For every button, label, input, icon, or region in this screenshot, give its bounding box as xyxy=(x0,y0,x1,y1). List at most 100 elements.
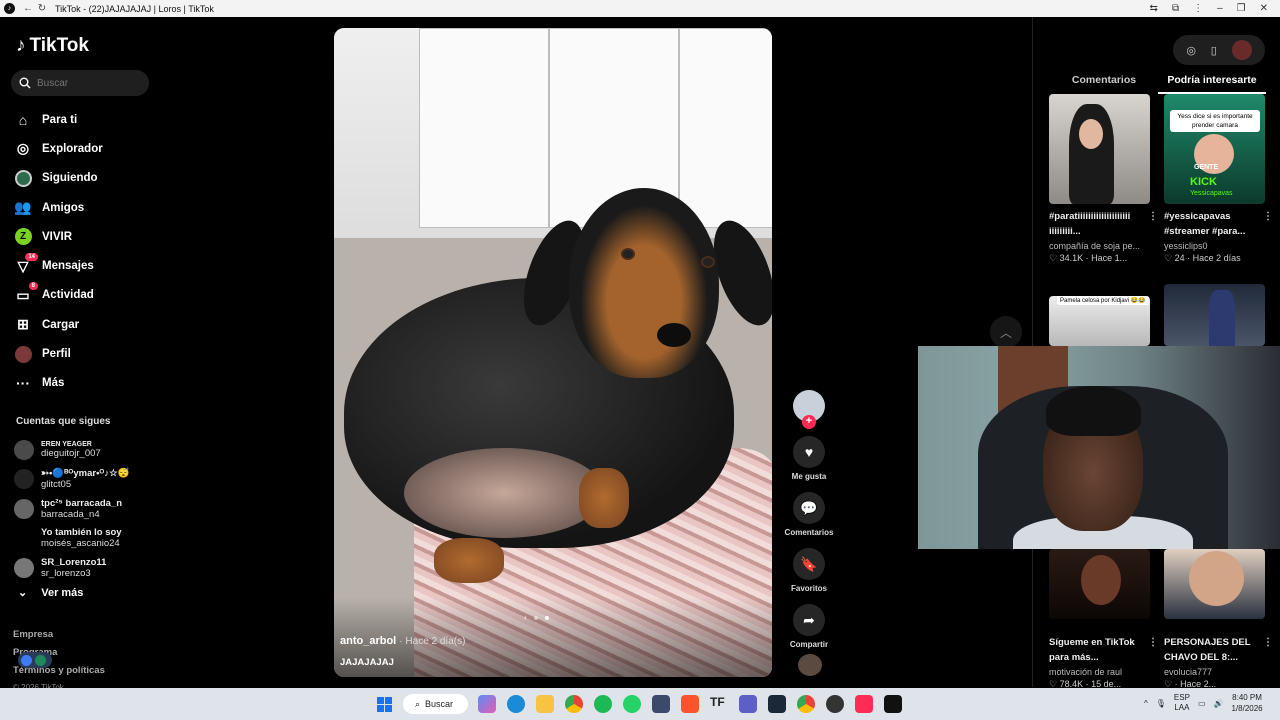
video-caption: JAJAJAJAJ xyxy=(340,657,394,668)
video-thumbnail[interactable] xyxy=(1164,549,1265,619)
card-tag: GENTE xyxy=(1194,164,1219,171)
record-play-icon[interactable] xyxy=(21,654,32,666)
messages-badge: 14 xyxy=(25,253,38,262)
nav-explorador[interactable]: ◎ Explorador xyxy=(14,134,103,163)
maximize-icon[interactable]: ❐ xyxy=(1237,3,1246,14)
see-more-button[interactable]: ⌄ Ver más xyxy=(18,586,83,600)
suggested-video-card[interactable]: Pamela celosa por Kidjavi 😂😂 xyxy=(1049,296,1150,346)
creator-avatar[interactable]: + xyxy=(793,390,825,429)
video-thumbnail[interactable] xyxy=(1164,284,1265,346)
more-options-icon[interactable]: ⋮ xyxy=(1148,209,1158,224)
spotify-icon[interactable] xyxy=(594,695,612,713)
nav-amigos[interactable]: 👥 Amigos xyxy=(14,193,103,222)
photo-carousel-dots[interactable]: ‹ xyxy=(524,614,549,622)
author-name[interactable]: anto_arbol xyxy=(340,635,396,647)
whatsapp-icon[interactable] xyxy=(623,695,641,713)
carousel-prev-icon[interactable]: ‹ xyxy=(524,614,527,622)
nav-actividad[interactable]: ▭ 8 Actividad xyxy=(14,281,103,310)
menu-dots-icon[interactable]: ⋮ xyxy=(1193,3,1203,14)
like-button[interactable]: ♥ Me gusta xyxy=(784,436,834,481)
following-account[interactable]: EREN YEAGER dieguitojr_007 xyxy=(14,435,129,465)
network-icon[interactable]: ▭ xyxy=(1198,699,1206,708)
tf-icon[interactable]: TF xyxy=(710,695,728,713)
minimize-icon[interactable]: – xyxy=(1217,3,1223,14)
nav-perfil[interactable]: Perfil xyxy=(14,339,103,368)
brave-icon[interactable] xyxy=(681,695,699,713)
screen-recorder-control[interactable] xyxy=(18,652,52,668)
teams-icon[interactable] xyxy=(739,695,757,713)
following-account[interactable]: tpc²⁵ barracada_n barracada_n4 xyxy=(14,494,129,524)
footer-link-empresa[interactable]: Empresa xyxy=(13,629,105,647)
video-thumbnail[interactable]: Yess dice si es importante prender camar… xyxy=(1164,94,1265,204)
clock[interactable]: 8:40 PM 1/8/2026 xyxy=(1231,692,1262,714)
tab-comentarios[interactable]: Comentarios xyxy=(1050,74,1158,94)
back-icon[interactable]: ← xyxy=(21,3,35,14)
nav-vivir[interactable]: Z VIVIR xyxy=(14,222,103,251)
vpn-icon[interactable] xyxy=(652,695,670,713)
language-indicator[interactable]: ESP LAA xyxy=(1174,693,1190,713)
video-frame-detail xyxy=(419,28,549,228)
video-thumbnail[interactable] xyxy=(1049,94,1150,204)
close-icon[interactable]: ✕ xyxy=(1260,3,1268,14)
comments-button[interactable]: 💬 Comentarios xyxy=(784,492,834,537)
chrome-icon[interactable] xyxy=(565,695,583,713)
obs-icon[interactable] xyxy=(826,695,844,713)
nav-mas[interactable]: ··· Más xyxy=(14,369,103,398)
edge-icon[interactable] xyxy=(507,695,525,713)
music-disc-icon[interactable] xyxy=(798,654,822,676)
more-options-icon[interactable]: ⋮ xyxy=(1263,209,1273,224)
extensions-icon[interactable]: ⧉ xyxy=(1172,3,1179,14)
explore-icon[interactable]: ◎ xyxy=(1186,44,1196,57)
nav-cargar[interactable]: ⊞ Cargar xyxy=(14,310,103,339)
suggested-video-card[interactable]: Yess dice si es importante prender camar… xyxy=(1164,94,1273,264)
nav-siguiendo[interactable]: Siguiendo xyxy=(14,164,103,193)
microphone-icon[interactable]: 🎙 xyxy=(1156,699,1166,708)
video-actions: + ♥ Me gusta 💬 Comentarios 🔖 Favoritos ➦ Com… xyxy=(784,390,834,660)
clock-time: 8:40 PM xyxy=(1232,693,1262,702)
video-thumbnail[interactable] xyxy=(1049,549,1150,619)
carousel-dot[interactable] xyxy=(544,616,549,620)
favorites-button[interactable]: 🔖 Favoritos xyxy=(784,548,834,593)
tab-podria-interesarte[interactable]: Podría interesarte xyxy=(1158,74,1266,94)
more-options-icon[interactable]: ⋮ xyxy=(1148,635,1158,650)
suggested-video-card[interactable]: PERSONAJES DEL CHAVO DEL 8:... ⋮ evolucia… xyxy=(1164,530,1273,690)
nav-label: Siguiendo xyxy=(42,172,98,185)
refresh-icon[interactable]: ↻ xyxy=(35,3,49,14)
following-account[interactable]: Yo también lo soy moisés_ascanio24 xyxy=(14,524,129,554)
avatar xyxy=(14,528,34,549)
video-player[interactable]: ‹ anto_arbol · Hace 2 día(s) JAJAJAJAJ xyxy=(334,28,772,677)
steam-icon[interactable] xyxy=(768,695,786,713)
record-power-icon[interactable] xyxy=(35,654,46,666)
nav-para-ti[interactable]: ⌂ Para ti xyxy=(14,105,103,134)
nav-label: Amigos xyxy=(42,201,85,214)
following-account[interactable]: SR_Lorenzo11 sr_lorenzo3 xyxy=(14,553,129,583)
video-thumbnail[interactable]: Pamela celosa por Kidjavi 😂😂 xyxy=(1049,296,1150,346)
nav-mensajes[interactable]: ▽ 14 Mensajes xyxy=(14,251,103,280)
tiktok-app-icon[interactable] xyxy=(855,695,873,713)
chevron-up-icon[interactable]: ^ xyxy=(1144,699,1148,708)
scroll-up-button[interactable]: ︿ xyxy=(990,316,1022,348)
suggested-video-card[interactable] xyxy=(1164,284,1265,346)
video-author[interactable]: anto_arbol · Hace 2 día(s) xyxy=(340,635,465,647)
search-input[interactable] xyxy=(37,77,137,89)
tiktok-browser-icon[interactable] xyxy=(884,695,902,713)
share-button[interactable]: ➦ Compartir xyxy=(784,604,834,649)
windows-start-icon[interactable] xyxy=(377,697,392,712)
copilot-icon[interactable] xyxy=(478,695,496,713)
more-options-icon[interactable]: ⋮ xyxy=(1263,635,1273,650)
user-avatar[interactable] xyxy=(1231,40,1252,60)
device-icon[interactable]: ▯ xyxy=(1211,44,1217,57)
suggested-video-card[interactable]: Sígueme en TikTok para más... ⋮ motivació… xyxy=(1049,530,1158,690)
carousel-dot[interactable] xyxy=(533,616,538,620)
search-box[interactable] xyxy=(11,70,149,96)
file-explorer-icon[interactable] xyxy=(536,695,554,713)
video-frame-detail xyxy=(569,188,719,378)
suggested-video-card[interactable]: #paratiiiiiiiiiiiiiiiiiiii iiiiiiiii... ⋮… xyxy=(1049,94,1158,264)
chrome-profile-icon[interactable] xyxy=(797,695,815,713)
taskbar-search[interactable]: ⌕ Buscar xyxy=(403,694,468,714)
translate-icon[interactable]: ⇆ xyxy=(1150,3,1158,14)
follow-plus-icon[interactable]: + xyxy=(802,415,816,429)
following-account[interactable]: ➳•🔵ᴮᴼymar•ᴼ♪☆😴 glitct05 xyxy=(14,465,129,495)
volume-icon[interactable]: 🔊 xyxy=(1214,699,1224,708)
tiktok-logo[interactable]: ♪ TikTok xyxy=(16,35,89,57)
